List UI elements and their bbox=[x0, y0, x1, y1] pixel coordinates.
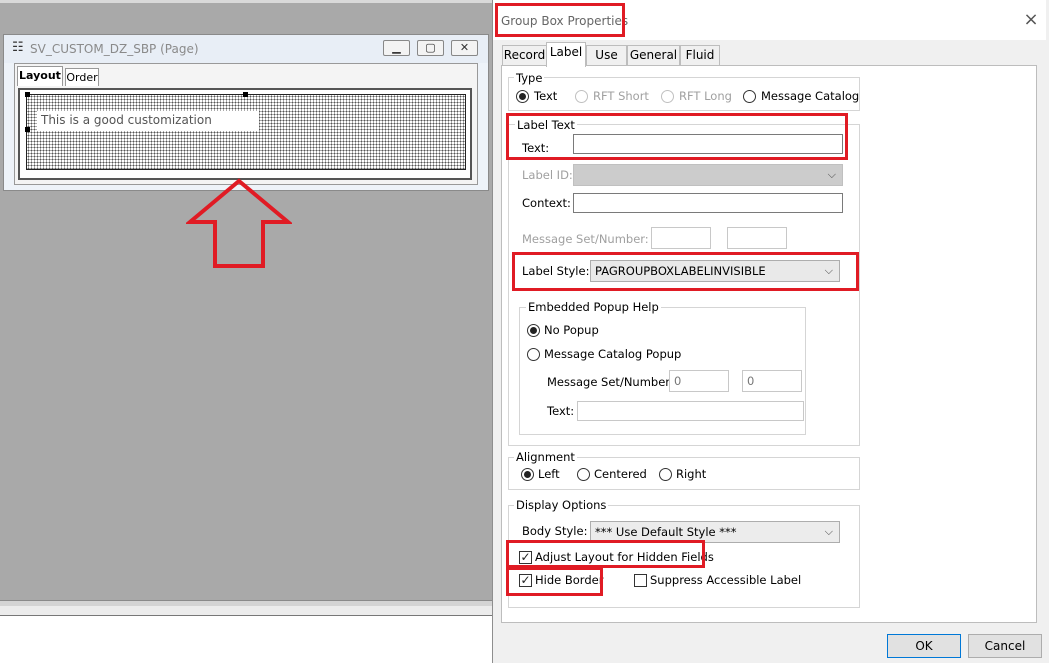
tab-layout[interactable]: Layout bbox=[17, 66, 63, 86]
tab-record[interactable]: Record bbox=[502, 45, 547, 66]
label-text-input[interactable] bbox=[573, 134, 843, 154]
label-id-label: Label ID: bbox=[522, 168, 573, 182]
align-centered-radio[interactable] bbox=[577, 468, 590, 481]
align-right-label: Right bbox=[676, 467, 707, 481]
popup-message-number-input[interactable]: 0 bbox=[742, 370, 802, 392]
tab-order[interactable]: Order bbox=[65, 68, 99, 86]
resize-handle[interactable] bbox=[25, 92, 30, 97]
page-tab-control: Layout Order This is a good customizatio… bbox=[14, 63, 478, 185]
alignment-legend: Alignment bbox=[514, 450, 577, 464]
popup-text-label: Text: bbox=[547, 404, 575, 418]
suppress-accessible-label-checkbox[interactable] bbox=[634, 574, 647, 587]
body-style-select[interactable]: *** Use Default Style *** ⌵ bbox=[590, 521, 840, 543]
page-icon: ☷ bbox=[12, 40, 24, 55]
maximize-icon: ▢ bbox=[425, 41, 436, 54]
no-popup-label: No Popup bbox=[544, 323, 599, 337]
label-id-select[interactable]: ⌵ bbox=[573, 164, 843, 186]
hide-border-label: Hide Border bbox=[535, 573, 604, 587]
page-definition-window[interactable]: ☷ SV_CUSTOM_DZ_SBP (Page) ▁ ▢ ✕ Layout O… bbox=[3, 34, 489, 191]
type-group-legend: Type bbox=[514, 71, 545, 85]
popup-message-set-input[interactable]: 0 bbox=[669, 370, 729, 392]
message-catalog-popup-label: Message Catalog Popup bbox=[544, 347, 682, 361]
type-rft-short-label: RFT Short bbox=[593, 89, 649, 103]
cancel-button[interactable]: Cancel bbox=[968, 634, 1042, 658]
window-close-button[interactable]: ✕ bbox=[451, 40, 478, 56]
type-rft-long-radio[interactable] bbox=[661, 90, 674, 103]
adjust-layout-label: Adjust Layout for Hidden Fields bbox=[535, 550, 714, 564]
page-window-titlebar[interactable]: ☷ SV_CUSTOM_DZ_SBP (Page) ▁ ▢ ✕ bbox=[4, 35, 488, 63]
text-field-label: Text: bbox=[522, 141, 550, 155]
align-left-radio[interactable] bbox=[521, 468, 534, 481]
popup-text-input[interactable] bbox=[577, 401, 804, 421]
tab-label[interactable]: Label bbox=[546, 42, 586, 67]
dialog-titlebar[interactable]: Group Box Properties × bbox=[493, 0, 1046, 40]
message-set-input[interactable] bbox=[651, 227, 711, 249]
maximize-button[interactable]: ▢ bbox=[417, 40, 444, 56]
chevron-down-icon: ⌵ bbox=[824, 525, 833, 538]
body-style-value: *** Use Default Style *** bbox=[595, 525, 737, 539]
dialog-title: Group Box Properties bbox=[501, 14, 629, 28]
chevron-down-icon: ⌵ bbox=[827, 168, 836, 181]
label-style-select[interactable]: PAGROUPBOXLABELINVISIBLE ⌵ bbox=[590, 260, 840, 282]
type-text-radio[interactable] bbox=[516, 90, 529, 103]
workspace-horizontal-scrollbar[interactable] bbox=[0, 606, 492, 616]
chevron-down-icon: ⌵ bbox=[824, 264, 833, 277]
group-box-text: This is a good customization bbox=[37, 111, 259, 131]
checkmark-icon: ✓ bbox=[520, 550, 531, 564]
align-right-radio[interactable] bbox=[659, 468, 672, 481]
page-window-title: SV_CUSTOM_DZ_SBP (Page) bbox=[30, 42, 199, 56]
message-set-number-label: Message Set/Number: bbox=[522, 232, 649, 246]
hide-border-checkbox[interactable]: ✓ bbox=[519, 574, 532, 587]
red-up-arrow-icon bbox=[186, 178, 292, 268]
type-rft-long-label: RFT Long bbox=[679, 89, 732, 103]
type-message-catalog-label: Message Catalog bbox=[761, 89, 860, 103]
resize-handle[interactable] bbox=[243, 92, 248, 97]
context-input[interactable] bbox=[573, 193, 843, 213]
tab-use[interactable]: Use bbox=[586, 45, 627, 66]
align-left-label: Left bbox=[538, 467, 560, 481]
checkmark-icon: ✓ bbox=[520, 573, 531, 587]
align-centered-label: Centered bbox=[594, 467, 647, 481]
resize-handle[interactable] bbox=[25, 127, 30, 132]
group-box-properties-dialog: Group Box Properties × Record Label Use … bbox=[492, 0, 1046, 663]
label-text-group-legend: Label Text bbox=[515, 118, 577, 132]
adjust-layout-checkbox[interactable]: ✓ bbox=[519, 551, 532, 564]
body-style-label: Body Style: bbox=[522, 524, 588, 538]
tab-general[interactable]: General bbox=[627, 45, 680, 66]
popup-help-legend: Embedded Popup Help bbox=[526, 300, 661, 314]
message-number-input[interactable] bbox=[727, 227, 787, 249]
popup-message-set-label: Message Set/Number: bbox=[547, 375, 674, 389]
minimize-icon: ▁ bbox=[392, 41, 401, 54]
type-text-label: Text bbox=[534, 89, 558, 103]
close-icon: ✕ bbox=[459, 41, 470, 54]
label-style-label: Label Style: bbox=[522, 264, 590, 278]
minimize-button[interactable]: ▁ bbox=[383, 40, 410, 56]
ok-button[interactable]: OK bbox=[887, 634, 961, 658]
context-label: Context: bbox=[522, 196, 571, 210]
no-popup-radio[interactable] bbox=[527, 324, 540, 337]
suppress-accessible-label-label: Suppress Accessible Label bbox=[650, 573, 802, 587]
message-catalog-popup-radio[interactable] bbox=[527, 348, 540, 361]
workspace-top-strip bbox=[0, 0, 492, 3]
display-options-legend: Display Options bbox=[514, 498, 609, 512]
type-rft-short-radio[interactable] bbox=[575, 90, 588, 103]
tab-fluid[interactable]: Fluid bbox=[680, 45, 720, 66]
group-box[interactable]: This is a good customization bbox=[25, 92, 466, 170]
label-style-value: PAGROUPBOXLABELINVISIBLE bbox=[595, 264, 766, 278]
close-icon[interactable]: × bbox=[1023, 11, 1039, 29]
type-message-catalog-radio[interactable] bbox=[743, 90, 756, 103]
page-layout-canvas[interactable]: This is a good customization bbox=[18, 88, 472, 180]
